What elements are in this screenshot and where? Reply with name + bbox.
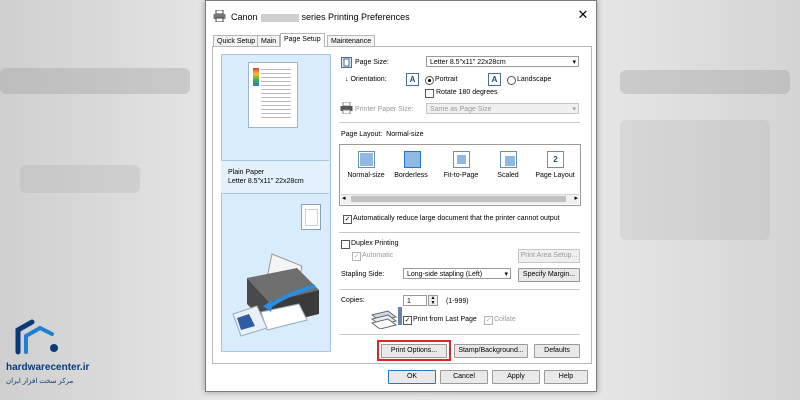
stapling-side-label: Stapling Side: (341, 271, 385, 278)
collate-checkbox[interactable]: ✓ (484, 316, 493, 325)
rotate-180-label: Rotate 180 degrees (436, 89, 498, 96)
media-type-label: Plain Paper (228, 169, 265, 176)
scroll-right-icon[interactable]: ▸ (574, 194, 578, 202)
background-blur-heading-right (620, 70, 790, 94)
page-size-select[interactable]: Letter 8.5"x11" 22x28cm ▾ (426, 56, 579, 67)
stamp-background-button[interactable]: Stamp/Background... (454, 344, 528, 358)
orientation-preview-icon (301, 204, 321, 230)
rotate-180-checkbox[interactable] (425, 89, 434, 98)
hardwarecenter-logo-icon (15, 319, 58, 355)
duplex-automatic-checkbox[interactable]: ✓ (352, 252, 361, 261)
tab-page-setup[interactable]: Page Setup (280, 33, 325, 47)
background-blur-block (20, 165, 140, 193)
page-size-value: Letter 8.5"x11" 22x28cm (430, 59, 506, 66)
redacted-model (260, 13, 299, 22)
scroll-left-icon[interactable]: ◂ (342, 194, 346, 202)
chevron-down-icon: ▾ (572, 106, 576, 113)
printer-paper-size-icon (340, 102, 353, 114)
orientation-label-text: Orientation: (350, 76, 387, 83)
page-size-icon (341, 57, 352, 68)
background-blur-heading (0, 68, 190, 94)
title-bar: Canon series Printing Preferences ✕ (206, 1, 596, 31)
orientation-label: ↓ Orientation: (345, 76, 387, 83)
printer-paper-size-select[interactable]: Same as Page Size ▾ (426, 103, 579, 114)
printer-icon (213, 10, 226, 22)
page-size-label: Page Size: (355, 59, 389, 66)
defaults-button[interactable]: Defaults (534, 344, 580, 358)
window-title: Canon series Printing Preferences (231, 12, 410, 22)
page-layout-label-text: Page Layout: (341, 131, 383, 138)
portrait-radio[interactable] (425, 76, 434, 85)
layout-item-normal-size[interactable]: Normal-size (346, 172, 386, 179)
copies-label: Copies: (341, 297, 365, 304)
print-area-setup-button[interactable]: Print Area Setup... (518, 249, 580, 263)
copies-range: (1-999) (446, 298, 469, 305)
scrollbar-thumb[interactable] (351, 196, 566, 202)
page-preview (248, 62, 298, 128)
landscape-label: Landscape (517, 76, 552, 83)
help-button[interactable]: Help (544, 370, 588, 384)
copies-stepper[interactable]: ▲ ▼ (428, 295, 438, 306)
auto-reduce-label: Automatically reduce large document that… (353, 215, 560, 222)
media-size-label: Letter 8.5"x11" 22x28cm (228, 178, 304, 185)
stapling-side-select[interactable]: Long-side stapling (Left) ▾ (403, 268, 511, 279)
watermark-tagline: مرکز سخت افزار ایران (6, 378, 74, 385)
divider (339, 122, 580, 123)
stepper-down-icon[interactable]: ▼ (431, 300, 436, 306)
specify-margin-button[interactable]: Specify Margin... (518, 268, 580, 282)
scaled-icon[interactable] (500, 151, 517, 168)
landscape-radio[interactable] (507, 76, 516, 85)
layout-item-borderless[interactable]: Borderless (390, 172, 432, 179)
borderless-icon[interactable] (404, 151, 421, 168)
fit-to-page-icon[interactable] (453, 151, 470, 168)
copies-input[interactable]: 1 (403, 295, 427, 306)
divider (339, 232, 580, 233)
layout-item-scaled[interactable]: Scaled (487, 172, 529, 179)
copies-stack-icon (370, 307, 402, 329)
preview-text-lines (261, 69, 291, 121)
layout-horizontal-scrollbar[interactable]: ◂ ▸ (341, 194, 579, 204)
print-from-last-page-checkbox[interactable]: ✓ (403, 316, 412, 325)
page-layout-icon[interactable]: 2 (547, 151, 564, 168)
landscape-icon: A (488, 73, 501, 86)
watermark-site: hardwarecenter.ir (6, 362, 90, 373)
stapling-side-value: Long-side stapling (Left) (407, 271, 483, 278)
highlight-red-box (377, 340, 451, 361)
cancel-button[interactable]: Cancel (440, 370, 488, 384)
page-layout-current: Normal-size (386, 131, 424, 138)
portrait-icon: A (406, 73, 419, 86)
duplex-printing-label: Duplex Printing (351, 240, 399, 247)
collate-label: Collate (494, 316, 516, 323)
auto-reduce-checkbox[interactable]: ✓ (343, 215, 352, 224)
print-from-last-page-label: Print from Last Page (413, 316, 477, 323)
background-blur-block-right (620, 120, 770, 240)
normal-size-icon[interactable] (358, 151, 375, 168)
apply-button[interactable]: Apply (492, 370, 540, 384)
printer-illustration-icon (232, 253, 319, 337)
chevron-down-icon: ▾ (504, 271, 508, 278)
duplex-automatic-label: Automatic (362, 252, 394, 259)
close-icon[interactable]: ✕ (576, 8, 590, 22)
layout-item-fit-to-page[interactable]: Fit-to-Page (440, 172, 482, 179)
divider (339, 334, 580, 335)
portrait-label: Portrait (435, 76, 458, 83)
preview-color-bar (253, 68, 259, 86)
printer-paper-size-label: Printer Paper Size: (355, 106, 414, 113)
title-brand: Canon (231, 12, 258, 22)
title-text: series Printing Preferences (301, 12, 410, 22)
page-layout-list: Normal-size Borderless Fit-to-Page Scale… (339, 144, 581, 206)
divider (339, 289, 580, 290)
duplex-printing-checkbox[interactable] (341, 240, 350, 249)
page-layout-label: Page Layout: Normal-size (341, 130, 424, 139)
chevron-down-icon: ▾ (572, 59, 576, 66)
ok-button[interactable]: OK (388, 370, 436, 384)
layout-item-page-layout[interactable]: Page Layout (532, 172, 578, 179)
orientation-preview-page (305, 209, 318, 226)
printer-paper-size-value: Same as Page Size (430, 106, 492, 113)
